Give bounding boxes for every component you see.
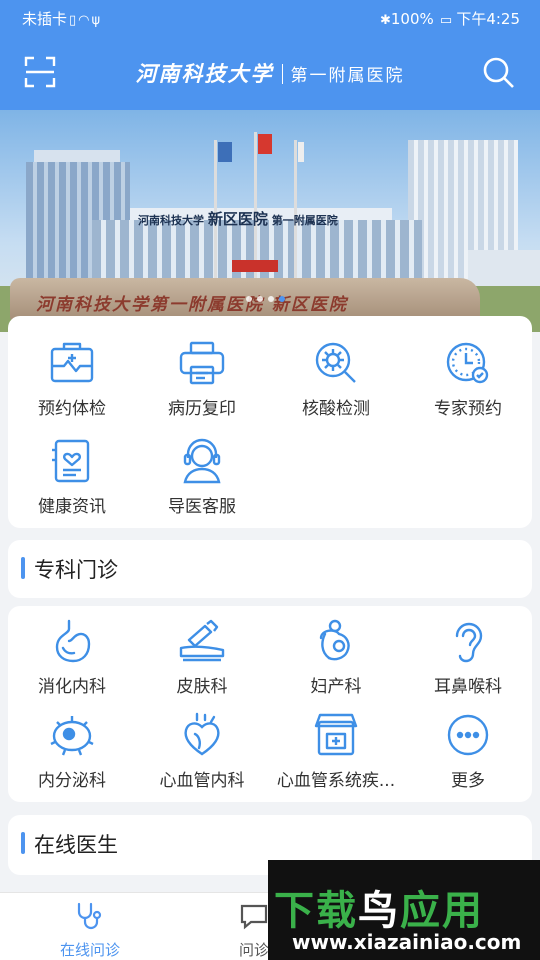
customer-service-icon [183,438,221,484]
banner-red-sign [232,260,278,272]
specialty-label: 更多 [451,771,485,791]
status-bar: 未插卡 ▯ ◠ ψ ✱100% ▭ 下午4:25 [0,0,540,34]
clock-appointment-icon [446,342,489,384]
specialty-label: 内分泌科 [38,771,106,791]
section-title-online-doctor: 在线医生 [34,833,118,857]
carousel-dot-active[interactable] [279,296,285,302]
specialty-item-cardiology[interactable]: 心血管内科 [140,712,264,804]
service-item-nucleic-test[interactable]: 核酸检测 [274,340,398,432]
stethoscope-icon [77,902,102,930]
section-accent-bar [21,557,25,579]
section-title-specialty: 专科门诊 [34,558,118,582]
watermark-brand-part3: 应用 [400,888,484,934]
section-accent-bar [21,832,25,854]
building-sign-big: 新区医院 [207,210,268,228]
banner-building [468,250,540,290]
service-label: 专家预约 [434,399,502,419]
service-item-health-news[interactable]: 健康资讯 [10,438,134,530]
specialty-label: 耳鼻喉科 [434,677,502,697]
clock-time: 下午4:25 [456,10,520,28]
heart-icon [184,712,220,756]
carousel-dot[interactable] [268,296,274,302]
usb-icon: ψ [91,13,101,28]
health-news-icon [52,439,90,483]
ear-icon [455,622,483,663]
more-icon [447,714,489,756]
watermark-brand: 下载鸟应用 [274,878,484,936]
service-label: 预约体检 [38,399,106,419]
service-item-record-copy[interactable]: 病历复印 [140,340,264,432]
watermark-brand-part2: 鸟 [358,888,400,934]
search-icon[interactable] [482,56,516,90]
specialty-item-gastro[interactable]: 消化内科 [10,618,134,710]
quick-services-card: 预约体检 病历复印 核酸检测 专家预约 健康资讯 导医客服 [8,316,532,528]
department-name: 第一附属医院 [290,66,405,86]
wifi-icon: ◠ [78,13,90,28]
hero-banner[interactable]: 河南科技大学 新区医院 第一附属医院 河南科技大学第一附属医院 新区医院 [0,110,540,332]
building-sign-small: 河南科技大学 [138,214,204,227]
specialty-item-dermatology[interactable]: 皮肤科 [140,618,264,710]
skin-cream-icon [179,619,225,662]
status-left: 未插卡 ▯ ◠ ψ [22,8,100,29]
carousel-dot[interactable] [257,296,263,302]
specialty-item-obstetrics[interactable]: 妇产科 [274,618,398,710]
specialty-item-endocrine[interactable]: 内分泌科 [10,712,134,804]
service-label: 核酸检测 [302,399,370,419]
university-name: 河南科技大学 [135,61,274,86]
tab-label: 在线问诊 [59,941,120,959]
specialty-grid-card: 消化内科 皮肤科 妇产科 耳鼻喉科 内分泌科 心血管内科 心血管系统疾... 更… [8,606,532,802]
service-item-expert-appointment[interactable]: 专家预约 [406,340,530,432]
service-label: 健康资讯 [38,497,106,517]
virus-magnifier-icon [315,342,356,383]
service-label: 病历复印 [168,399,236,419]
stone-inscription: 河南科技大学第一附属医院 新区医院 [36,295,348,315]
specialty-item-ent[interactable]: 耳鼻喉科 [406,618,530,710]
building-sign-dept: 第一附属医院 [271,214,338,227]
watermark-url: www.xiazainiao.com [292,930,522,954]
tab-online-consultation[interactable]: 在线问诊 [30,901,150,960]
medical-kit-icon [50,342,94,383]
flag [218,142,232,162]
service-item-physical-exam[interactable]: 预约体检 [10,340,134,432]
specialty-label: 心血管系统疾... [276,771,396,791]
specialty-label: 心血管内科 [159,771,245,791]
specialty-label: 消化内科 [38,677,106,697]
banner-building [92,220,422,286]
status-right: ✱100% ▭ 下午4:25 [378,8,520,29]
brand-divider [281,64,283,84]
building-sign: 河南科技大学 新区医院 第一附属医院 [138,208,338,229]
specialty-item-more[interactable]: 更多 [406,712,530,804]
printer-icon [179,341,225,385]
carousel-indicator[interactable] [246,296,285,302]
specialty-label: 妇产科 [310,677,362,697]
bluetooth-icon: ✱ [379,13,391,28]
top-nav-bar: 河南科技大学 第一附属医院 [0,34,540,110]
battery-percent: 100% [390,10,434,28]
hospital-brand: 河南科技大学 第一附属医院 [0,58,540,88]
carousel-dot[interactable] [246,296,252,302]
service-item-customer-service[interactable]: 导医客服 [140,438,264,530]
stomach-icon [55,619,91,663]
watermark-brand-part1: 下载 [274,888,358,934]
cell-icon [50,716,94,756]
service-label: 导医客服 [168,497,236,517]
specialty-header-card: 专科门诊 [8,540,532,598]
site-watermark: 下载鸟应用 www.xiazainiao.com [268,860,540,960]
sim-icon: ▯ [69,13,77,28]
specialty-item-cardiovascular-disease[interactable]: 心血管系统疾... [274,712,398,804]
clinic-icon [314,713,358,756]
carrier-text: 未插卡 [22,10,68,28]
flag [258,134,272,154]
specialty-label: 皮肤科 [176,677,228,697]
flag [298,142,304,162]
chat-icon [240,904,268,930]
pregnancy-icon [319,619,350,661]
battery-icon: ▭ [435,13,457,28]
